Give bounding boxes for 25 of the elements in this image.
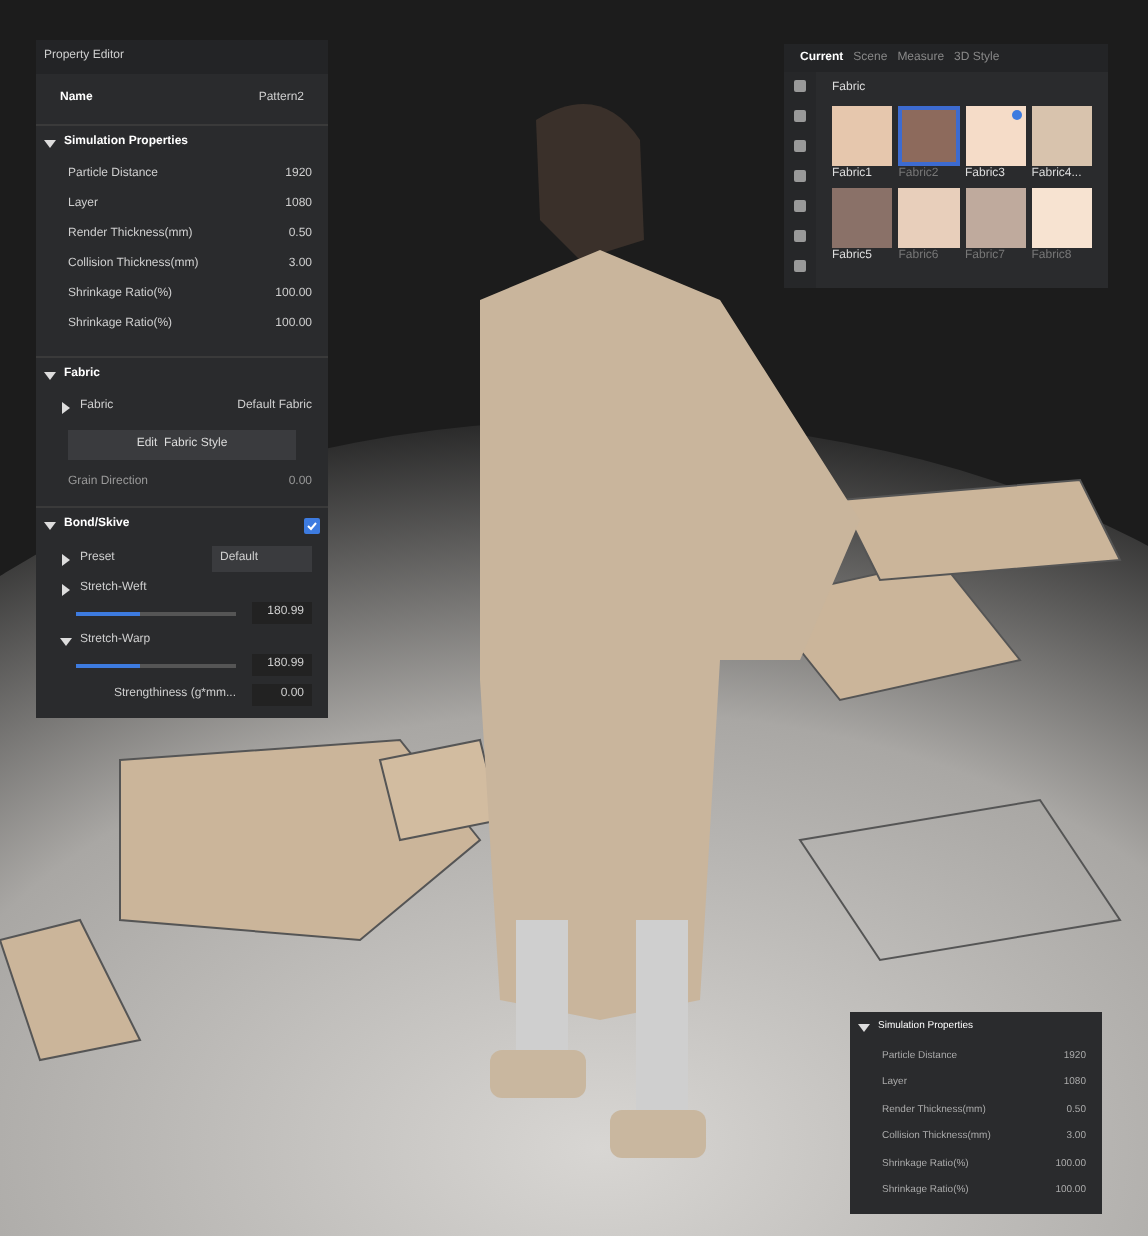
- fabric-swatch[interactable]: [1031, 106, 1092, 166]
- tool-icon[interactable]: [794, 110, 806, 122]
- fabric-swatch[interactable]: [898, 106, 959, 166]
- tool-icon[interactable]: [794, 170, 806, 182]
- caret-icon[interactable]: [44, 137, 56, 149]
- bond-checkbox[interactable]: [304, 517, 320, 533]
- check-badge-icon: [1011, 110, 1022, 120]
- tool-icon[interactable]: [794, 200, 806, 212]
- tool-icon[interactable]: [794, 230, 806, 242]
- caret-icon[interactable]: [60, 583, 72, 595]
- fabric-swatch[interactable]: [1031, 188, 1092, 248]
- fabric-swatch[interactable]: [898, 188, 959, 248]
- caret-icon[interactable]: [44, 369, 56, 381]
- tool-icon[interactable]: [794, 140, 806, 152]
- fabric-swatch[interactable]: [832, 106, 893, 166]
- tool-icon[interactable]: [794, 80, 806, 92]
- fabric-swatch[interactable]: [965, 106, 1026, 166]
- caret-icon[interactable]: [858, 1021, 870, 1034]
- fabric-swatch[interactable]: [832, 188, 893, 248]
- caret-icon[interactable]: [60, 401, 72, 413]
- fabric-swatch[interactable]: [965, 188, 1026, 248]
- caret-icon[interactable]: [44, 519, 56, 531]
- caret-icon[interactable]: [60, 553, 72, 565]
- tool-icon[interactable]: [794, 260, 806, 272]
- caret-icon[interactable]: [60, 635, 72, 647]
